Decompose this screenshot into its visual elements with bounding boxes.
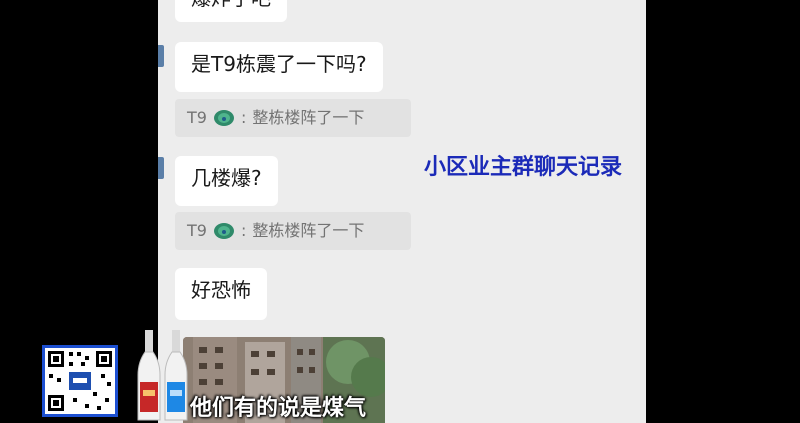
quote-text: 整栋楼阵了一下	[252, 221, 365, 240]
message-bubble[interactable]: 几楼爆?	[175, 156, 278, 206]
quote-colon: :	[240, 108, 247, 127]
avatar[interactable]	[158, 45, 164, 67]
quoted-reply[interactable]: T9 : 整栋楼阵了一下	[175, 212, 411, 250]
bottle-red-image	[137, 330, 161, 421]
message-bubble[interactable]: 是T9栋震了一下吗?	[175, 42, 383, 92]
message-text: 是T9栋震了一下吗?	[191, 52, 367, 76]
message-bubble-partial[interactable]: 爆炸了吧	[175, 0, 287, 22]
message-bubble[interactable]: 好恐怖	[175, 268, 267, 320]
qr-code-icon	[48, 351, 112, 411]
peacock-icon	[213, 110, 234, 126]
quote-colon: :	[240, 221, 247, 240]
bottle-blue-image	[164, 330, 188, 421]
qr-code[interactable]	[42, 345, 118, 417]
message-text: 爆炸了吧	[191, 0, 271, 10]
message-text: 好恐怖	[191, 278, 251, 302]
quote-sender: T9	[187, 221, 207, 240]
quote-sender: T9	[187, 108, 207, 127]
avatar[interactable]	[158, 157, 164, 179]
message-text: 几楼爆?	[191, 166, 262, 190]
peacock-icon	[213, 223, 234, 239]
video-subtitle: 他们有的说是煤气	[190, 396, 367, 421]
quote-text: 整栋楼阵了一下	[252, 108, 365, 127]
overlay-caption: 小区业主群聊天记录	[424, 155, 623, 180]
quoted-reply[interactable]: T9 : 整栋楼阵了一下	[175, 99, 411, 137]
